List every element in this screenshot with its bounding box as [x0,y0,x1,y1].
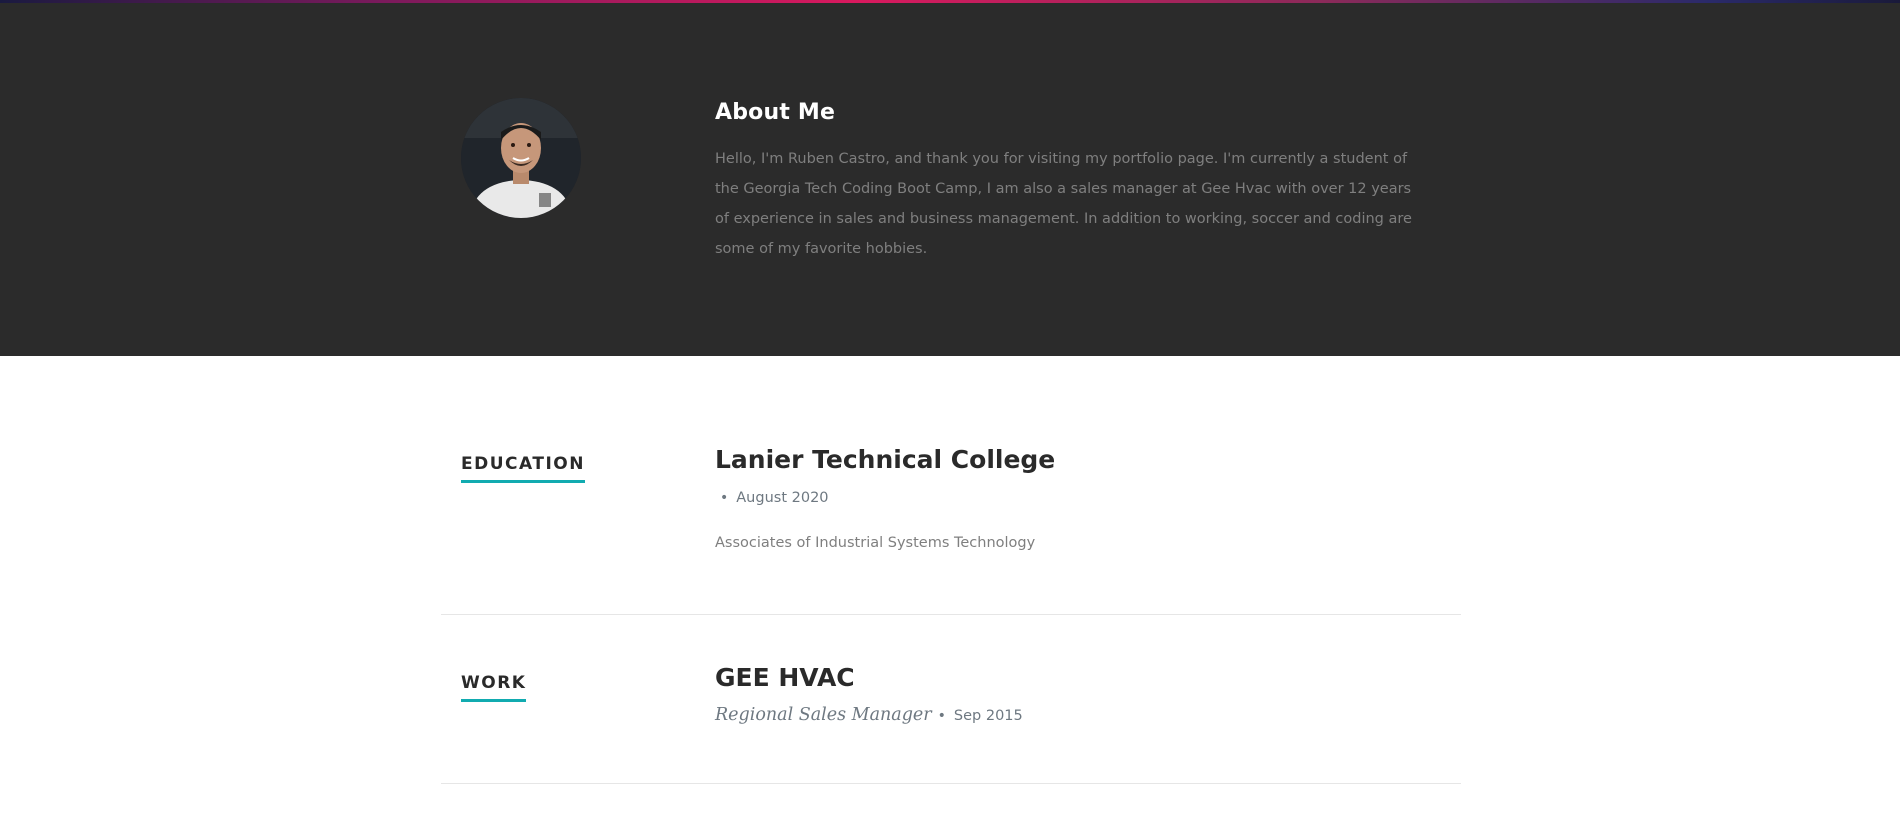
job-title: Regional Sales Manager [715,705,932,725]
about-section: About Me Hello, I'm Ruben Castro, and th… [0,3,1900,356]
bullet-icon: • [937,708,946,724]
education-section: EDUCATION Lanier Technical College • Augu… [441,360,1461,615]
education-description: Associates of Industrial Systems Technol… [715,535,1036,551]
work-heading: WORK [461,673,527,702]
company-name: GEE HVAC [715,663,855,692]
profile-avatar [461,98,581,218]
bullet-icon: • [720,490,729,506]
work-section: WORK GEE HVAC Regional Sales Manager • Sep… [441,615,1461,784]
school-name: Lanier Technical College [715,445,1056,474]
education-heading: EDUCATION [461,454,585,483]
education-date-line: • August 2020 [720,490,829,506]
education-date: August 2020 [736,490,829,506]
work-info-line: Regional Sales Manager • Sep 2015 [715,705,1023,725]
about-title: About Me [715,100,836,125]
about-description: Hello, I'm Ruben Castro, and thank you f… [715,151,1412,257]
work-date: Sep 2015 [953,708,1023,724]
